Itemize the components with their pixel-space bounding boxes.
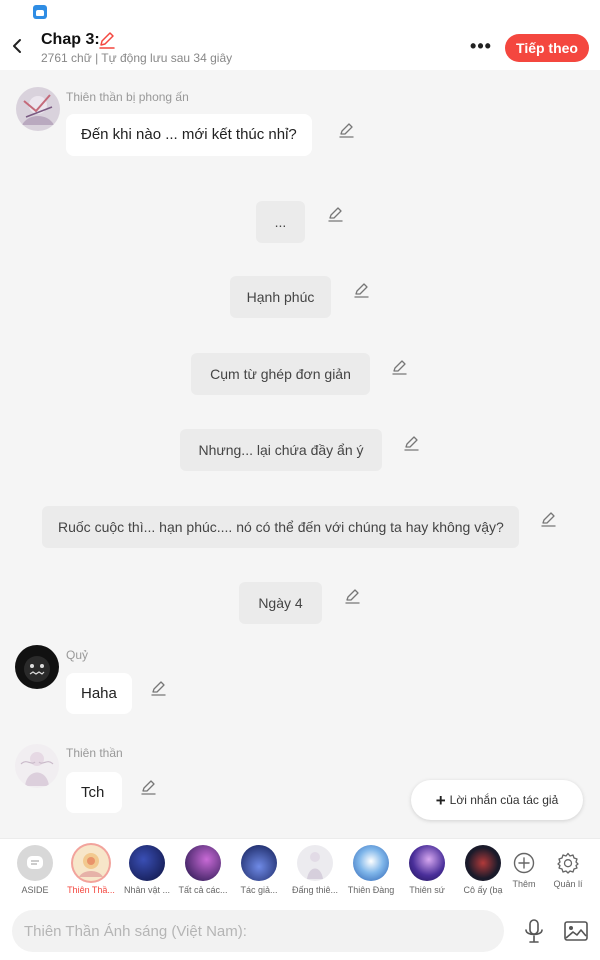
narration-bubble[interactable]: ... bbox=[256, 201, 305, 243]
page-title: Chap 3: bbox=[41, 31, 100, 48]
character-aside[interactable]: ASIDE bbox=[7, 845, 63, 899]
more-options-button[interactable]: ••• bbox=[468, 36, 494, 56]
character-label: Đấng thiê... bbox=[291, 885, 339, 895]
character-avatar bbox=[185, 845, 221, 881]
narration-bubble[interactable]: Ruốc cuộc thì... hạn phúc.... nó có thể … bbox=[42, 506, 519, 548]
character-label: ASIDE bbox=[21, 885, 49, 895]
back-arrow-icon[interactable] bbox=[6, 34, 28, 58]
narration-bubble[interactable]: Nhưng... lại chứa đầy ẩn ý bbox=[180, 429, 382, 471]
character-label: Thiên Đàng bbox=[347, 885, 395, 895]
character-avatar bbox=[73, 845, 109, 881]
message-input[interactable] bbox=[12, 910, 504, 952]
author-note-button[interactable]: + Lời nhắn của tác giả bbox=[411, 780, 583, 820]
character-tac-gia[interactable]: Tác giả... bbox=[231, 845, 287, 899]
character-nhan-vat[interactable]: Nhân vật ... bbox=[119, 845, 175, 899]
character-avatar bbox=[241, 845, 277, 881]
character-label: Tất cả các... bbox=[178, 885, 228, 895]
character-tat-ca[interactable]: Tất cả các... bbox=[175, 845, 231, 899]
gear-icon bbox=[557, 852, 579, 874]
message-bubble[interactable]: Tch bbox=[66, 772, 122, 813]
plus-icon: + bbox=[435, 791, 446, 810]
character-avatar bbox=[297, 845, 333, 881]
chat-area: Thiên thần bị phong ấn Đến khi nào ... m… bbox=[0, 70, 600, 838]
author-note-label: Lời nhắn của tác giả bbox=[449, 793, 559, 807]
microphone-icon[interactable] bbox=[522, 918, 546, 944]
input-row bbox=[0, 900, 600, 960]
character-thien-dang[interactable]: Thiên Đàng bbox=[343, 845, 399, 899]
character-label: Thiên sứ bbox=[409, 885, 445, 895]
plus-circle-icon bbox=[513, 852, 535, 874]
edit-title-pencil-icon[interactable] bbox=[97, 30, 117, 50]
character-label: Tác giả... bbox=[240, 885, 278, 895]
sender-name: Thiên thần bị phong ấn bbox=[66, 90, 189, 104]
status-bar bbox=[0, 0, 600, 24]
sealed-angel-avatar[interactable] bbox=[16, 87, 60, 131]
header: Chap 3: 2761 chữ | Tự động lưu sau 34 gi… bbox=[0, 24, 600, 70]
edit-pencil-icon[interactable] bbox=[140, 778, 158, 796]
angel-avatar[interactable] bbox=[15, 744, 59, 788]
character-thien-su[interactable]: Thiên sứ bbox=[399, 845, 455, 899]
word-count-autosave: 2761 chữ | Tự động lưu sau 34 giây bbox=[41, 51, 233, 65]
character-selector-bar: ASIDE Thiên Thầ... Nhân vật ... Tất cả c… bbox=[0, 838, 600, 900]
demon-avatar[interactable] bbox=[15, 645, 59, 689]
sender-name: Quỷ bbox=[66, 648, 89, 662]
character-avatar bbox=[353, 845, 389, 881]
manage-characters-label: Quản lí bbox=[553, 879, 583, 889]
image-icon[interactable] bbox=[563, 919, 589, 943]
message-bubble[interactable]: Haha bbox=[66, 673, 132, 714]
character-avatar bbox=[409, 845, 445, 881]
edit-pencil-icon[interactable] bbox=[540, 510, 558, 528]
narration-bubble[interactable]: Ngày 4 bbox=[239, 582, 322, 624]
edit-pencil-icon[interactable] bbox=[327, 205, 345, 223]
edit-pencil-icon[interactable] bbox=[403, 434, 421, 452]
edit-pencil-icon[interactable] bbox=[353, 281, 371, 299]
edit-pencil-icon[interactable] bbox=[150, 679, 168, 697]
manage-characters-button[interactable]: Quản lí bbox=[540, 845, 596, 899]
narration-bubble[interactable]: Cụm từ ghép đơn giản bbox=[191, 353, 370, 395]
character-label: Thiên Thầ... bbox=[67, 885, 115, 895]
character-dang-thien[interactable]: Đấng thiê... bbox=[287, 845, 343, 899]
edit-pencil-icon[interactable] bbox=[344, 587, 362, 605]
narration-bubble[interactable]: Hạnh phúc bbox=[230, 276, 331, 318]
aside-avatar bbox=[17, 845, 53, 881]
character-avatar bbox=[129, 845, 165, 881]
edit-pencil-icon[interactable] bbox=[391, 358, 409, 376]
message-bubble[interactable]: Đến khi nào ... mới kết thúc nhỉ? bbox=[66, 114, 312, 156]
character-label: Nhân vật ... bbox=[123, 885, 171, 895]
next-button[interactable]: Tiếp theo bbox=[505, 34, 589, 62]
edit-pencil-icon[interactable] bbox=[338, 121, 356, 139]
app-store-icon bbox=[33, 5, 47, 19]
sender-name: Thiên thần bbox=[66, 746, 123, 760]
character-thien-than[interactable]: Thiên Thầ... bbox=[63, 845, 119, 899]
